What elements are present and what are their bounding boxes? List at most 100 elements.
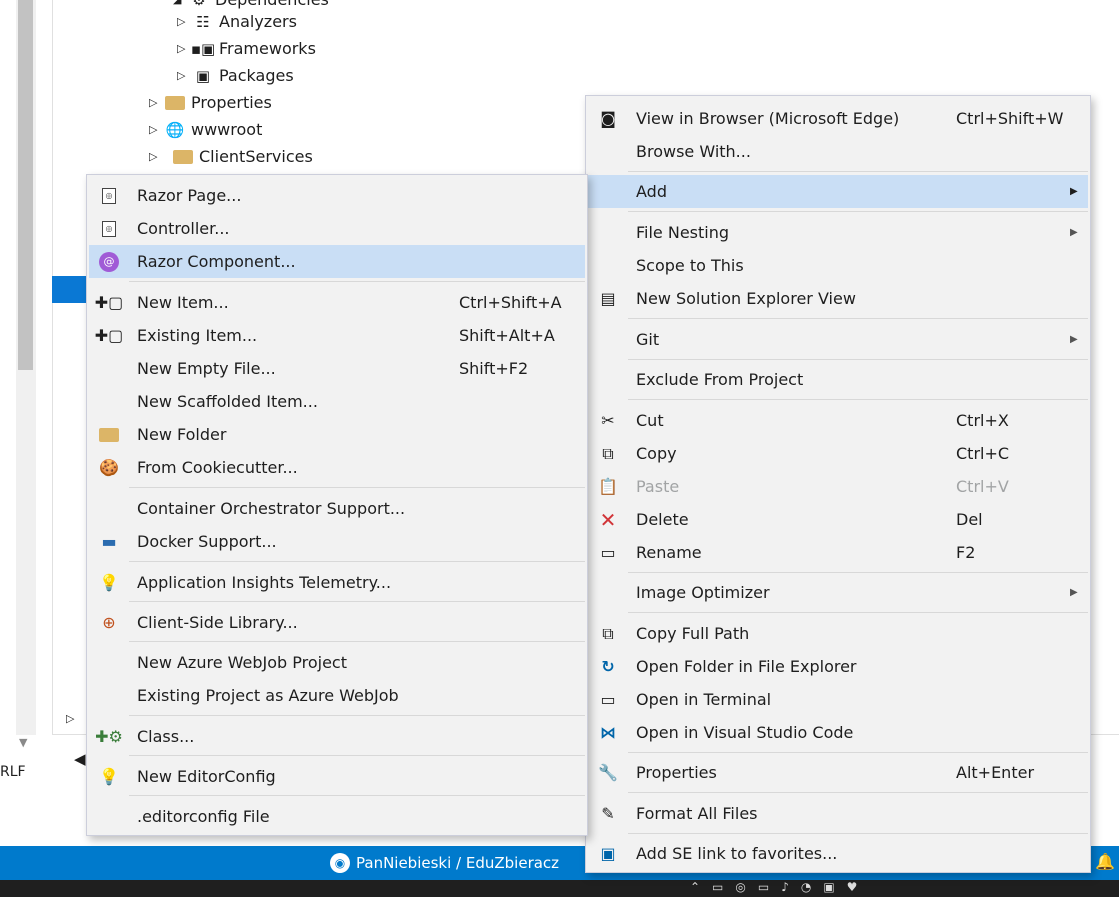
menu-item-shortcut: Shift+Alt+A <box>459 326 555 345</box>
menu-item-new-empty-file[interactable]: New Empty File... Shift+F2 <box>89 352 585 385</box>
format-files-icon: ✎ <box>601 804 615 823</box>
vertical-scrollbar-thumb[interactable] <box>18 0 33 370</box>
menu-item-file-nesting[interactable]: File Nesting ▶ <box>588 216 1088 249</box>
menu-item-label: Image Optimizer <box>636 583 770 602</box>
scroll-down-arrow-icon[interactable]: ▼ <box>19 736 27 749</box>
favorites-link-icon: ▣ <box>600 844 616 863</box>
menu-item-format-all-files[interactable]: ✎ Format All Files <box>588 797 1088 830</box>
menu-item-delete[interactable]: ✕ Delete Del <box>588 503 1088 536</box>
menu-item-git[interactable]: Git ▶ <box>588 323 1088 356</box>
collapsed-arrow-icon[interactable]: ▷ <box>149 96 163 109</box>
submenu-arrow-icon: ▶ <box>1070 227 1078 238</box>
menu-item-label: File Nesting <box>636 223 730 242</box>
tree-node-properties[interactable]: ▷ Properties <box>149 89 272 116</box>
collapsed-arrow-icon[interactable]: ▷ <box>177 15 191 28</box>
menu-item-label: View in Browser (Microsoft Edge) <box>636 109 900 128</box>
github-repo-link[interactable]: ◉ PanNiebieski / EduZbieracz <box>330 853 559 873</box>
menu-item-label: Format All Files <box>636 804 758 823</box>
tree-node-wwwroot[interactable]: ▷ 🌐 wwwroot <box>149 116 262 143</box>
menu-item-label: Docker Support... <box>137 532 277 551</box>
menu-separator <box>628 792 1088 793</box>
system-tray-icons[interactable]: ⌃▭◎▭♪◔▣♥ <box>690 880 869 894</box>
menu-item-new-editorconfig[interactable]: 💡 New EditorConfig <box>89 760 585 793</box>
delete-icon: ✕ <box>599 507 617 532</box>
frameworks-icon: ▪▣ <box>190 39 216 58</box>
menu-item-new-folder[interactable]: New Folder <box>89 418 585 451</box>
tree-node-label: Frameworks <box>219 39 316 58</box>
collapsed-arrow-icon[interactable]: ▷ <box>66 712 74 725</box>
menu-item-open-in-vscode[interactable]: ⋈ Open in Visual Studio Code <box>588 716 1088 749</box>
menu-item-open-folder-in-file-explorer[interactable]: ↻ Open Folder in File Explorer <box>588 650 1088 683</box>
menu-item-razor-component[interactable]: @ Razor Component... <box>89 245 585 278</box>
menu-item-razor-page[interactable]: ◎ Razor Page... <box>89 179 585 212</box>
menu-item-scope-to-this[interactable]: Scope to This <box>588 249 1088 282</box>
menu-item-from-cookiecutter[interactable]: 🍪 From Cookiecutter... <box>89 451 585 484</box>
menu-separator <box>129 601 585 602</box>
context-menu: ◙ View in Browser (Microsoft Edge) Ctrl+… <box>585 95 1091 873</box>
menu-item-label: New Azure WebJob Project <box>137 653 347 672</box>
line-ending-indicator[interactable]: RLF <box>0 764 26 780</box>
menu-item-cut[interactable]: ✂ Cut Ctrl+X <box>588 404 1088 437</box>
menu-separator <box>129 755 585 756</box>
tree-node-clientservices[interactable]: ▷ ClientServices <box>149 143 313 170</box>
browser-icon: ◙ <box>600 109 616 128</box>
menu-item-copy-full-path[interactable]: ⧉ Copy Full Path <box>588 617 1088 650</box>
menu-item-rename[interactable]: ▭ Rename F2 <box>588 536 1088 569</box>
tree-node-analyzers[interactable]: ▷ ☷ Analyzers <box>177 8 297 35</box>
menu-item-browse-with[interactable]: Browse With... <box>588 135 1088 168</box>
expanded-arrow-icon[interactable]: ◢ <box>173 0 187 6</box>
collapsed-arrow-icon[interactable]: ▷ <box>149 123 163 136</box>
menu-item-editorconfig-file[interactable]: .editorconfig File <box>89 800 585 833</box>
menu-separator <box>129 487 585 488</box>
menu-item-client-side-library[interactable]: ⊕ Client-Side Library... <box>89 606 585 639</box>
menu-item-label: New Folder <box>137 425 227 444</box>
menu-item-label: Razor Component... <box>137 252 296 271</box>
menu-separator <box>129 641 585 642</box>
menu-item-new-azure-webjob[interactable]: New Azure WebJob Project <box>89 646 585 679</box>
vscode-icon: ⋈ <box>600 723 616 742</box>
new-item-icon: ✚▢ <box>94 293 124 312</box>
menu-item-image-optimizer[interactable]: Image Optimizer ▶ <box>588 576 1088 609</box>
menu-item-new-solution-explorer-view[interactable]: ▤ New Solution Explorer View <box>588 282 1088 315</box>
menu-item-label: Properties <box>636 763 717 782</box>
collapsed-arrow-icon[interactable]: ▷ <box>177 42 191 55</box>
collapsed-arrow-icon[interactable]: ▷ <box>149 150 163 163</box>
menu-item-label: New EditorConfig <box>137 767 276 786</box>
menu-item-label: Existing Project as Azure WebJob <box>137 686 399 705</box>
terminal-icon: ▭ <box>600 690 616 709</box>
menu-item-label: Add SE link to favorites... <box>636 844 838 863</box>
menu-item-add-se-link-to-favorites[interactable]: ▣ Add SE link to favorites... <box>588 837 1088 870</box>
scroll-left-arrow-icon[interactable]: ◀ <box>74 750 86 768</box>
menu-item-open-in-terminal[interactable]: ▭ Open in Terminal <box>588 683 1088 716</box>
menu-item-label: Application Insights Telemetry... <box>137 573 392 592</box>
tree-node-label: ClientServices <box>199 147 313 166</box>
tree-node-frameworks[interactable]: ▷ ▪▣ Frameworks <box>177 35 316 62</box>
collapsed-arrow-icon[interactable]: ▷ <box>177 69 191 82</box>
menu-item-docker-support[interactable]: ▬ Docker Support... <box>89 525 585 558</box>
menu-item-shortcut: Del <box>956 510 983 529</box>
menu-item-new-item[interactable]: ✚▢ New Item... Ctrl+Shift+A <box>89 286 585 319</box>
menu-item-container-orchestrator-support[interactable]: Container Orchestrator Support... <box>89 492 585 525</box>
menu-item-add[interactable]: Add ▶ <box>588 175 1088 208</box>
tree-node-packages[interactable]: ▷ ▣ Packages <box>177 62 294 89</box>
menu-item-label: Existing Item... <box>137 326 258 345</box>
menu-item-class[interactable]: ✚⚙ Class... <box>89 720 585 753</box>
menu-item-properties[interactable]: 🔧 Properties Alt+Enter <box>588 756 1088 789</box>
menu-item-paste[interactable]: 📋 Paste Ctrl+V <box>588 470 1088 503</box>
menu-item-label: Class... <box>137 727 195 746</box>
menu-item-label: Rename <box>636 543 702 562</box>
menu-item-new-scaffolded-item[interactable]: New Scaffolded Item... <box>89 385 585 418</box>
menu-item-application-insights[interactable]: 💡 Application Insights Telemetry... <box>89 566 585 599</box>
github-icon: ◉ <box>330 853 350 873</box>
paste-icon: 📋 <box>598 477 618 496</box>
notification-icon[interactable]: 🔔 <box>1095 852 1115 871</box>
menu-item-existing-project-azure-webjob[interactable]: Existing Project as Azure WebJob <box>89 679 585 712</box>
menu-item-existing-item[interactable]: ✚▢ Existing Item... Shift+Alt+A <box>89 319 585 352</box>
menu-item-controller[interactable]: ◎ Controller... <box>89 212 585 245</box>
submenu-arrow-icon: ▶ <box>1070 587 1078 598</box>
app-insights-icon: 💡 <box>99 573 119 592</box>
menu-item-copy[interactable]: ⧉ Copy Ctrl+C <box>588 437 1088 470</box>
menu-item-exclude-from-project[interactable]: Exclude From Project <box>588 363 1088 396</box>
menu-item-view-in-browser[interactable]: ◙ View in Browser (Microsoft Edge) Ctrl+… <box>588 102 1088 135</box>
menu-item-label: Client-Side Library... <box>137 613 298 632</box>
